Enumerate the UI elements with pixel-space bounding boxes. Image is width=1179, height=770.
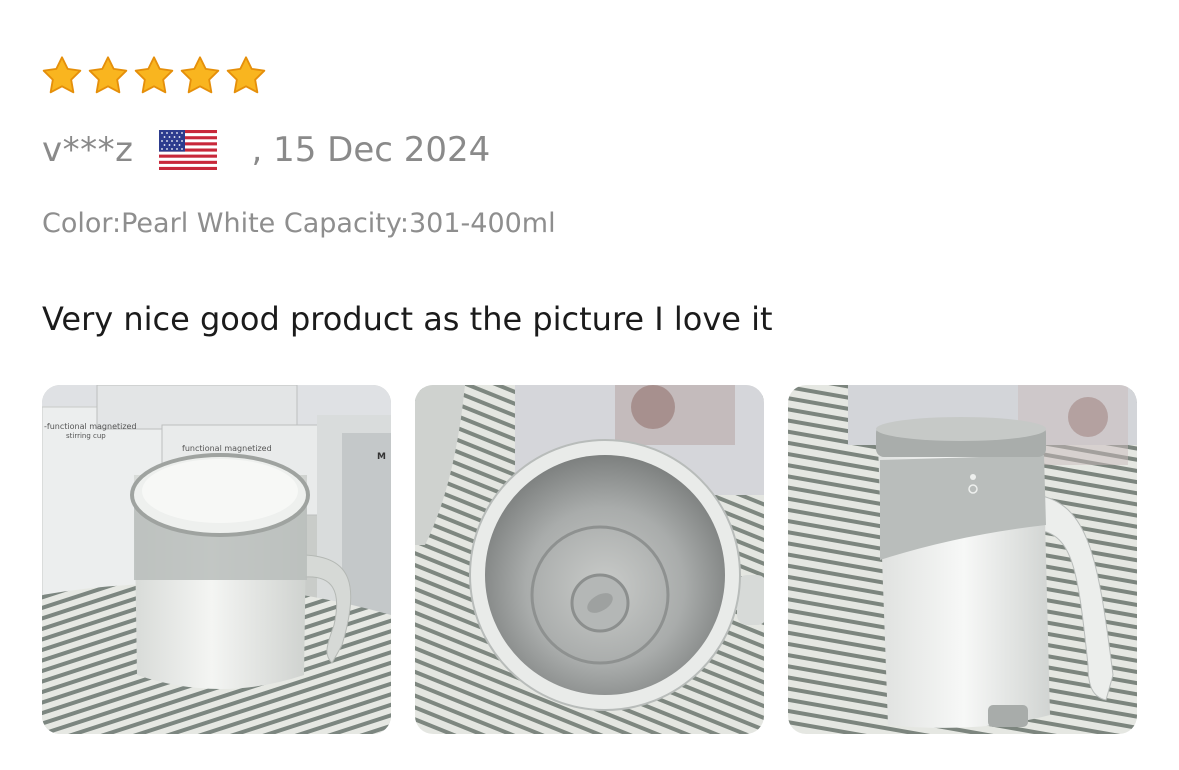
mug-front-photo bbox=[788, 385, 1137, 734]
reviewer-meta: v***z , 15 Dec 2024 bbox=[42, 128, 490, 172]
review-date: , 15 Dec 2024 bbox=[251, 130, 491, 170]
star-icon bbox=[42, 56, 82, 94]
variant-info: Color:Pearl White Capacity:301-400ml bbox=[42, 208, 556, 239]
box-label: M bbox=[377, 452, 386, 462]
reviewer-name: v***z bbox=[42, 130, 134, 170]
review-photo-2[interactable] bbox=[415, 385, 764, 734]
star-icon bbox=[88, 56, 128, 94]
mug-interior-photo bbox=[415, 385, 764, 734]
box-label: stirring cup bbox=[66, 432, 106, 440]
us-flag-icon bbox=[159, 130, 218, 170]
box-label: -functional magnetized bbox=[44, 422, 137, 431]
star-icon bbox=[226, 56, 266, 94]
mug-side-photo: -functional magnetized stirring cup func… bbox=[42, 385, 391, 734]
review-photo-1[interactable]: -functional magnetized stirring cup func… bbox=[42, 385, 391, 734]
star-icon bbox=[180, 56, 220, 94]
review-text: Very nice good product as the picture I … bbox=[42, 300, 773, 338]
rating-stars bbox=[40, 54, 268, 98]
review-photo-3[interactable] bbox=[788, 385, 1137, 734]
star-icon bbox=[134, 56, 174, 94]
box-label: functional magnetized bbox=[182, 444, 272, 453]
